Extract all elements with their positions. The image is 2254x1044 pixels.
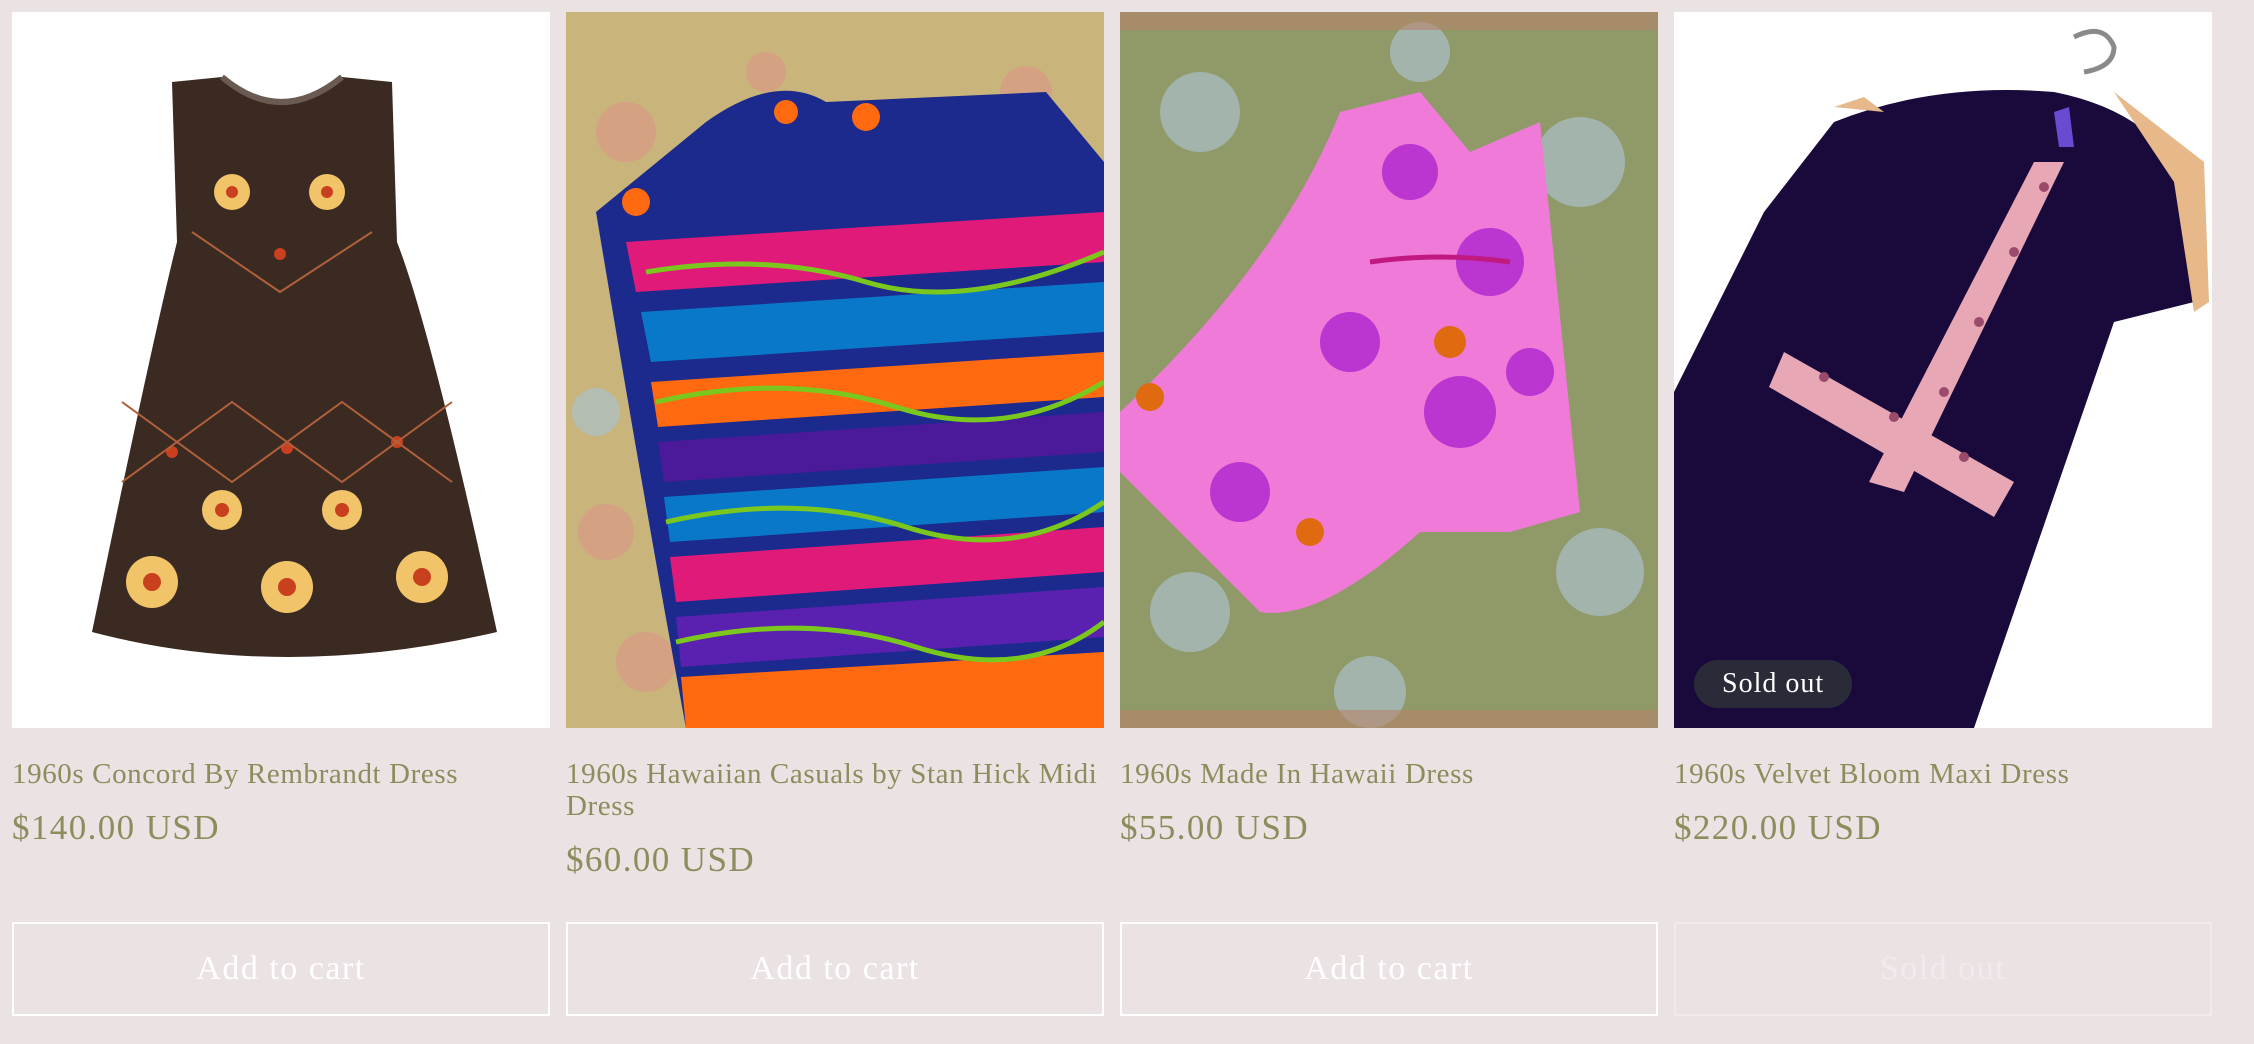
add-to-cart-button[interactable]: Add to cart: [12, 922, 550, 1016]
product-price: $60.00 USD: [566, 840, 756, 879]
product-image[interactable]: [566, 12, 1104, 728]
dress-image-brown-floral: [12, 12, 550, 728]
dress-image-velvet-maxi: [1674, 12, 2212, 728]
sold-out-badge: Sold out: [1694, 660, 1853, 708]
product-image[interactable]: [12, 12, 550, 728]
product-title[interactable]: 1960s Made In Hawaii Dress: [1120, 758, 1658, 790]
product-title[interactable]: 1960s Hawaiian Casuals by Stan Hick Midi…: [566, 758, 1104, 822]
product-image[interactable]: [1120, 12, 1658, 728]
dress-image-striped-hawaiian: [566, 12, 1104, 728]
product-image[interactable]: Sold out: [1674, 12, 2212, 728]
product-card: 1960s Hawaiian Casuals by Stan Hick Midi…: [566, 12, 1104, 1016]
product-card: 1960s Concord By Rembrandt Dress $140.00…: [12, 12, 550, 1016]
sold-out-button: Sold out: [1674, 922, 2212, 1016]
add-to-cart-button[interactable]: Add to cart: [1120, 922, 1658, 1016]
product-card: 1960s Made In Hawaii Dress $55.00 USD Ad…: [1120, 12, 1658, 1016]
product-price: $140.00 USD: [12, 808, 220, 847]
product-grid: 1960s Concord By Rembrandt Dress $140.00…: [12, 12, 2212, 1016]
add-to-cart-button[interactable]: Add to cart: [566, 922, 1104, 1016]
product-title[interactable]: 1960s Concord By Rembrandt Dress: [12, 758, 550, 790]
product-card: Sold out 1960s Velvet Bloom Maxi Dress $…: [1674, 12, 2212, 1016]
product-title[interactable]: 1960s Velvet Bloom Maxi Dress: [1674, 758, 2212, 790]
product-price: $220.00 USD: [1674, 808, 1882, 847]
dress-image-pink-floral: [1120, 12, 1658, 728]
product-price: $55.00 USD: [1120, 808, 1310, 847]
